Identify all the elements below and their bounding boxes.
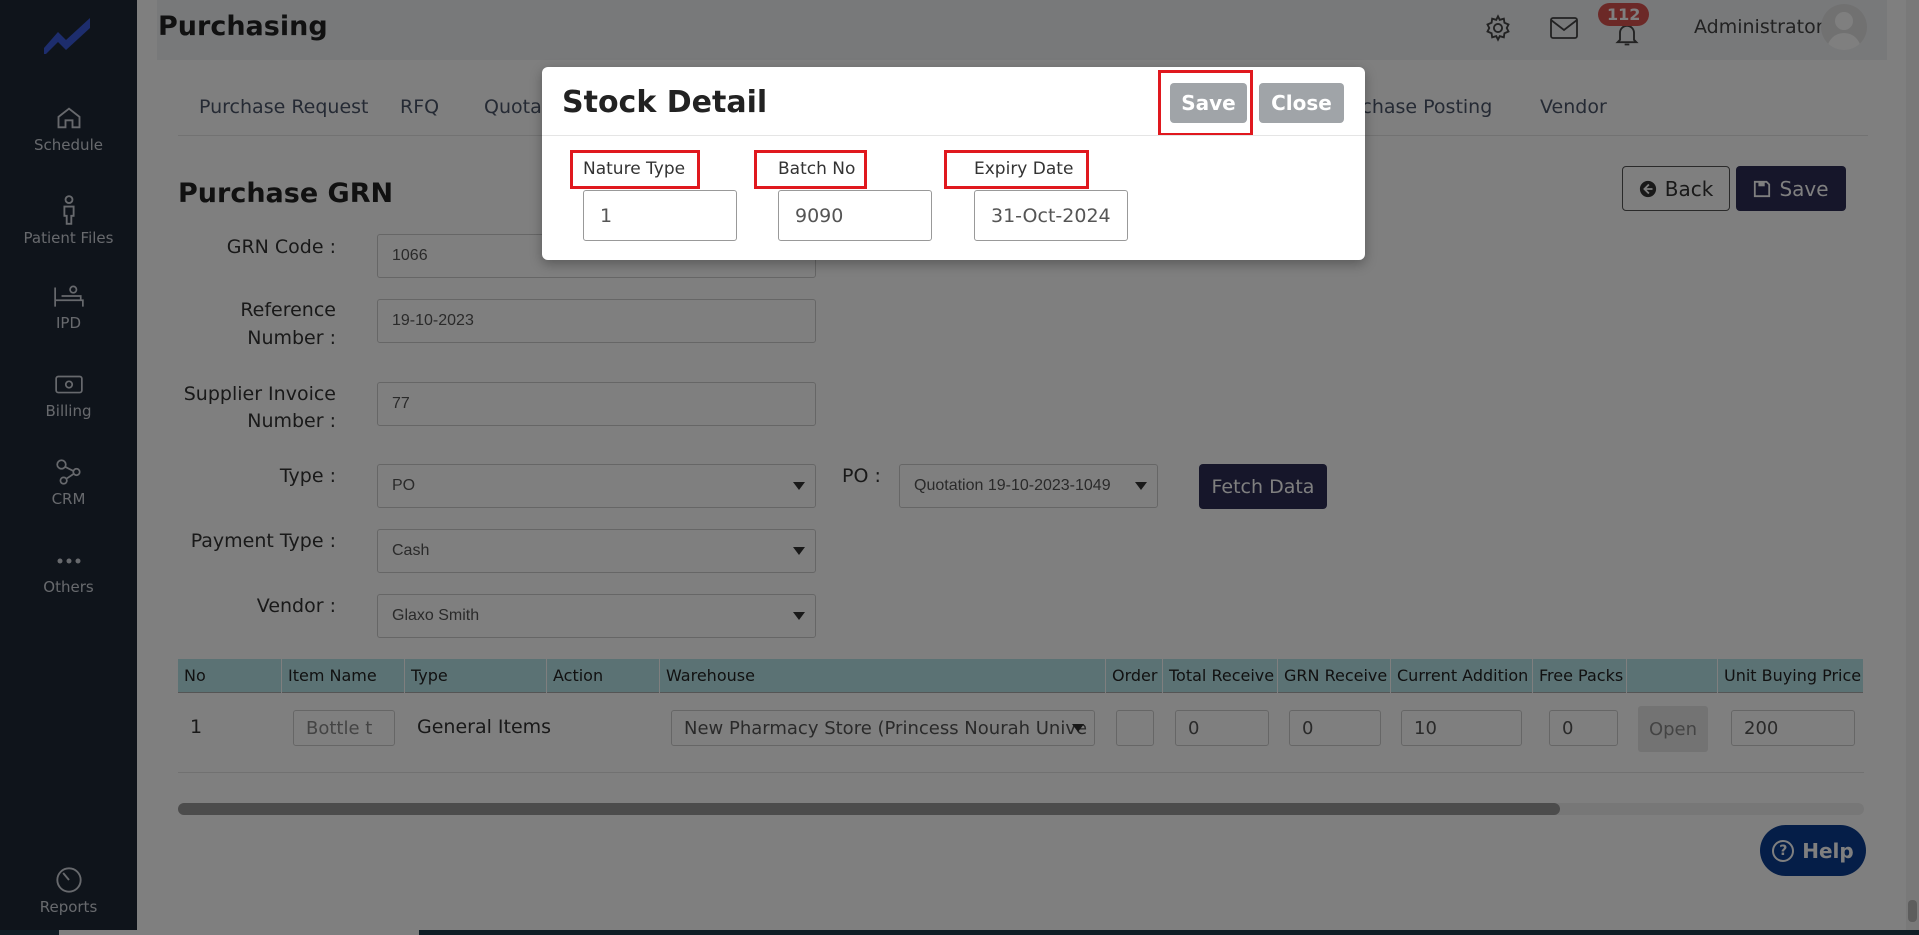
modal-save-button[interactable]: Save <box>1170 83 1247 123</box>
modal-close-button[interactable]: Close <box>1259 83 1344 123</box>
stock-detail-modal: Stock Detail Save Close Nature Type 1 Ba… <box>542 67 1365 260</box>
nature-type-label: Nature Type <box>583 159 686 179</box>
modal-divider <box>542 135 1365 136</box>
nature-type-field[interactable]: 1 <box>583 190 737 241</box>
batch-no-field[interactable]: 9090 <box>778 190 932 241</box>
expiry-date-label: Expiry Date <box>974 159 1074 179</box>
expiry-date-field[interactable]: 31-Oct-2024 <box>974 190 1128 241</box>
modal-title: Stock Detail <box>562 85 768 120</box>
batch-no-label: Batch No <box>778 159 856 179</box>
